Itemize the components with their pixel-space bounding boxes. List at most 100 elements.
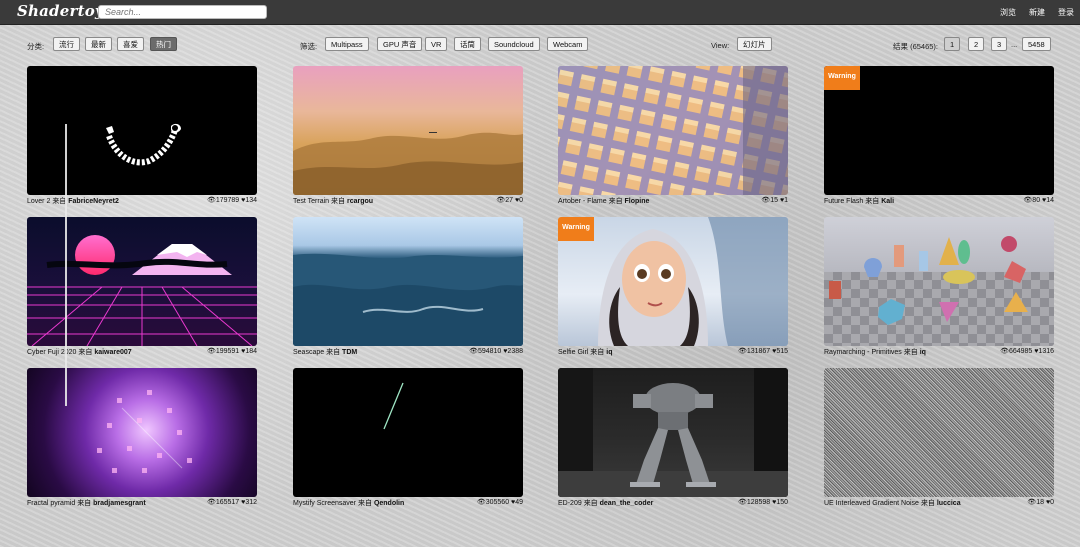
page-last[interactable]: 5458 bbox=[1022, 37, 1051, 51]
shader-author[interactable]: rcargou bbox=[347, 198, 373, 205]
shader-author[interactable]: dean_the_coder bbox=[600, 500, 654, 507]
view-count: 165517 bbox=[215, 499, 240, 506]
like-count: 1316 bbox=[1038, 348, 1054, 355]
warning-badge: Warning bbox=[824, 66, 860, 90]
shader-title[interactable]: Future Flash bbox=[824, 198, 863, 205]
shader-title[interactable]: Fractal pyramid bbox=[27, 500, 75, 507]
shader-author[interactable]: FabriceNeyret2 bbox=[68, 198, 119, 205]
view-count: 80 bbox=[1032, 197, 1041, 204]
warning-badge: Warning bbox=[558, 217, 594, 241]
eye-icon: 👁 bbox=[1027, 499, 1037, 506]
shader-meta: ED-209 来自 dean_the_coder 👁128598 ♥150 bbox=[558, 498, 788, 508]
terrain-art bbox=[293, 132, 523, 195]
shader-thumbnail[interactable]: Warning bbox=[558, 217, 788, 346]
shader-title[interactable]: Artober - Flame bbox=[558, 198, 607, 205]
like-count: 134 bbox=[245, 197, 257, 204]
by-label: 来自 bbox=[326, 349, 341, 356]
search-input[interactable] bbox=[98, 5, 267, 19]
by-label: 来自 bbox=[78, 349, 93, 356]
like-count: 1 bbox=[784, 197, 788, 204]
eye-icon: 👁 bbox=[1023, 197, 1033, 204]
nav-browse[interactable]: 浏览 bbox=[1000, 7, 1016, 18]
shader-thumbnail[interactable] bbox=[27, 217, 257, 346]
shader-author[interactable]: Flopine bbox=[625, 198, 650, 205]
seascape-art bbox=[293, 253, 523, 346]
page-1[interactable]: 1 bbox=[944, 37, 961, 51]
by-label: 来自 bbox=[590, 349, 605, 356]
shader-meta: Selfie Girl 来自 iq 👁131867 ♥515 bbox=[558, 347, 788, 357]
ed209-art bbox=[558, 368, 788, 497]
page-3[interactable]: 3 bbox=[991, 37, 1008, 51]
filter-microphone[interactable]: 话筒 bbox=[454, 37, 481, 51]
shader-thumbnail[interactable] bbox=[27, 66, 257, 195]
sort-newest[interactable]: 最新 bbox=[85, 37, 112, 51]
shader-thumbnail[interactable] bbox=[558, 368, 788, 497]
view-count: 18 bbox=[1036, 499, 1044, 506]
shader-title[interactable]: UE Interleaved Gradient Noise bbox=[824, 500, 919, 507]
shader-thumbnail[interactable] bbox=[558, 66, 788, 195]
eye-icon: 👁 bbox=[496, 197, 506, 204]
eye-icon: 👁 bbox=[761, 197, 771, 204]
mystify-line-art bbox=[383, 382, 404, 430]
shader-title[interactable]: Mystify Screensaver bbox=[293, 500, 356, 507]
shader-meta: UE Interleaved Gradient Noise 来自 luccica… bbox=[824, 498, 1054, 508]
like-count: 49 bbox=[515, 499, 523, 506]
view-count: 27 bbox=[505, 197, 513, 204]
sort-love[interactable]: 喜爱 bbox=[117, 37, 144, 51]
nav-new[interactable]: 新建 bbox=[1029, 7, 1045, 18]
view-count: 664985 bbox=[1008, 348, 1033, 355]
view-label: View: bbox=[711, 41, 730, 50]
filter-vr[interactable]: VR bbox=[425, 37, 448, 51]
shader-author[interactable]: bradjamesgrant bbox=[93, 500, 146, 507]
filter-webcam[interactable]: Webcam bbox=[547, 37, 589, 51]
by-label: 来自 bbox=[357, 500, 372, 507]
filter-gpu-sound[interactable]: GPU 声音 bbox=[377, 37, 423, 51]
shader-author[interactable]: Kali bbox=[881, 198, 894, 205]
shader-thumbnail[interactable] bbox=[293, 66, 523, 195]
filter-soundcloud[interactable]: Soundcloud bbox=[488, 37, 540, 51]
vertical-scroll-indicator[interactable] bbox=[65, 124, 67, 406]
shader-author[interactable]: TDM bbox=[342, 349, 357, 356]
shader-thumbnail[interactable]: Warning bbox=[824, 66, 1054, 195]
by-label: 来自 bbox=[608, 198, 623, 205]
by-label: 来自 bbox=[77, 500, 92, 507]
sort-popular[interactable]: 流行 bbox=[53, 37, 80, 51]
shader-title[interactable]: Test Terrain bbox=[293, 198, 329, 205]
shader-author[interactable]: iq bbox=[606, 349, 612, 356]
view-count: 128598 bbox=[746, 499, 771, 506]
eye-icon: 👁 bbox=[206, 499, 216, 506]
sort-hot[interactable]: 热门 bbox=[150, 37, 177, 51]
shader-title[interactable]: Raymarching - Primitives bbox=[824, 349, 902, 356]
shadertoy-logo[interactable]: Shadertoy bbox=[17, 2, 104, 20]
shader-author[interactable]: Qendolin bbox=[374, 500, 404, 507]
nav-login[interactable]: 登录 bbox=[1058, 7, 1074, 18]
shader-title[interactable]: Lover 2 bbox=[27, 198, 50, 205]
eye-icon: 👁 bbox=[476, 499, 486, 506]
shader-title[interactable]: Cyber Fuji 2020 bbox=[27, 349, 76, 356]
shader-meta: Future Flash 来自 Kali 👁80 ♥14 bbox=[824, 196, 1054, 206]
shader-meta: Raymarching - Primitives 来自 iq 👁664985 ♥… bbox=[824, 347, 1054, 357]
page-2[interactable]: 2 bbox=[968, 37, 985, 51]
shader-title[interactable]: Selfie Girl bbox=[558, 349, 588, 356]
eye-icon: 👁 bbox=[206, 348, 216, 355]
by-label: 来自 bbox=[920, 500, 935, 507]
shader-meta: Lover 2 来自 FabriceNeyret2 👁179789 ♥134 bbox=[27, 196, 257, 206]
like-count: 150 bbox=[776, 499, 788, 506]
shader-author[interactable]: luccica bbox=[937, 500, 961, 507]
filter-multipass[interactable]: Multipass bbox=[325, 37, 369, 51]
page-ellipsis: ... bbox=[1011, 40, 1018, 49]
shader-title[interactable]: ED-209 bbox=[558, 500, 582, 507]
shader-author[interactable]: iq bbox=[920, 349, 926, 356]
view-slideshow[interactable]: 幻灯片 bbox=[737, 37, 772, 51]
shader-thumbnail[interactable] bbox=[293, 368, 523, 497]
shader-thumbnail[interactable] bbox=[824, 368, 1054, 497]
view-count: 15 bbox=[770, 197, 778, 204]
by-label: 来自 bbox=[865, 198, 880, 205]
shader-thumbnail[interactable] bbox=[27, 368, 257, 497]
shader-thumbnail[interactable] bbox=[293, 217, 523, 346]
eye-icon: 👁 bbox=[737, 348, 747, 355]
shader-author[interactable]: kaiware007 bbox=[94, 349, 131, 356]
shader-title[interactable]: Seascape bbox=[293, 349, 324, 356]
shader-thumbnail[interactable] bbox=[824, 217, 1054, 346]
like-count: 0 bbox=[519, 197, 523, 204]
